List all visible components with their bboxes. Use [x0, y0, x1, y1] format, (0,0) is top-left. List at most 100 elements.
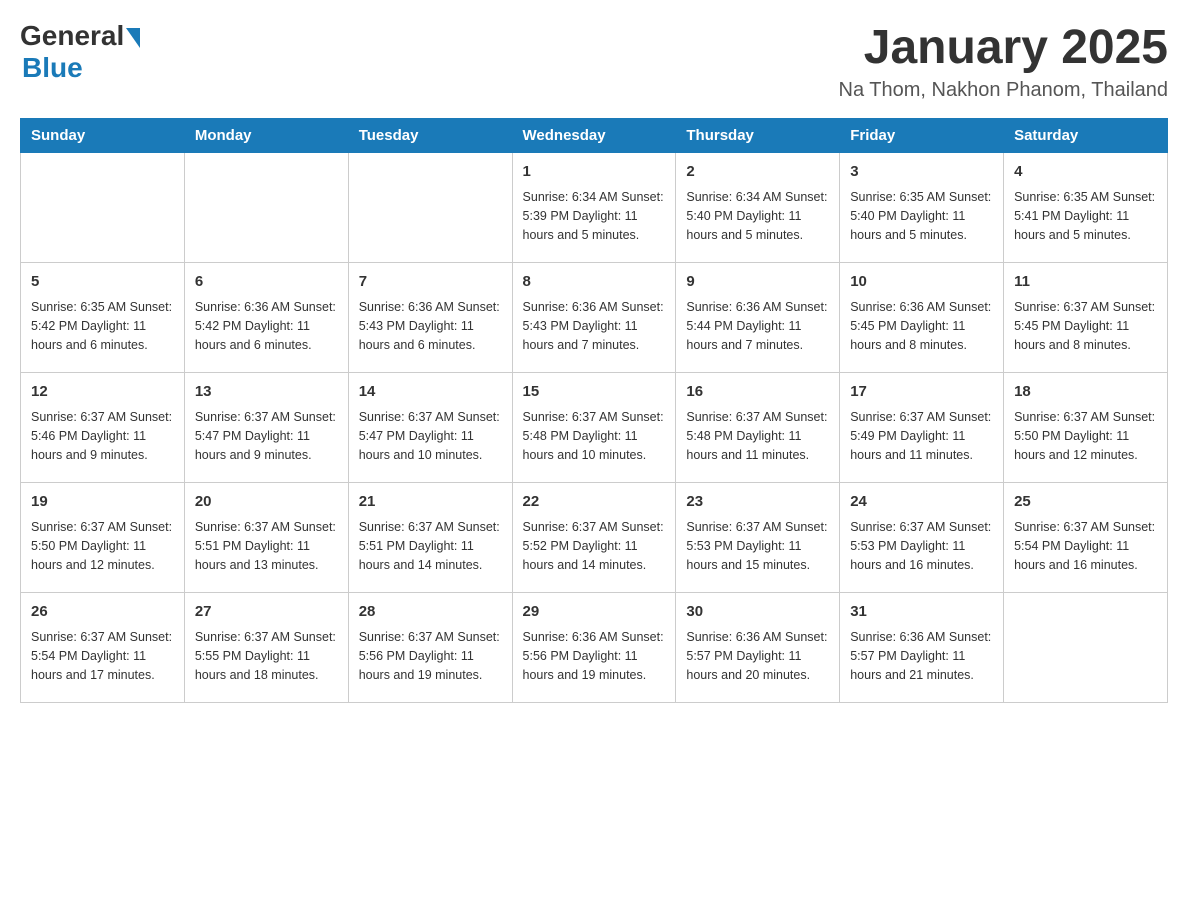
calendar-cell: 26 Sunrise: 6:37 AM Sunset: 5:54 PM Dayli…: [21, 593, 185, 703]
day-info: Sunrise: 6:36 AM Sunset: 5:45 PM Dayligh…: [850, 298, 993, 356]
main-title: January 2025: [839, 20, 1168, 75]
weekday-header-wednesday: Wednesday: [512, 119, 676, 153]
calendar-cell: 31 Sunrise: 6:36 AM Sunset: 5:57 PM Dayli…: [840, 593, 1004, 703]
day-number: 7: [359, 271, 502, 294]
calendar-week-4: 19 Sunrise: 6:37 AM Sunset: 5:50 PM Dayli…: [21, 483, 1168, 593]
day-number: 27: [195, 601, 338, 624]
logo-arrow-icon: [126, 28, 140, 48]
calendar-cell: [21, 153, 185, 263]
day-number: 20: [195, 491, 338, 514]
subtitle: Na Thom, Nakhon Phanom, Thailand: [839, 79, 1168, 102]
weekday-header-sunday: Sunday: [21, 119, 185, 153]
calendar-cell: 22Sunrise: 6:37 AM Sunset: 5:52 PM Dayli…: [512, 483, 676, 593]
calendar-cell: 30 Sunrise: 6:36 AM Sunset: 5:57 PM Dayli…: [676, 593, 840, 703]
calendar-cell: 5Sunrise: 6:35 AM Sunset: 5:42 PM Daylig…: [21, 263, 185, 373]
day-info: Sunrise: 6:37 AM Sunset: 5:50 PM Dayligh…: [1014, 408, 1157, 466]
weekday-header-saturday: Saturday: [1004, 119, 1168, 153]
calendar-cell: 13 Sunrise: 6:37 AM Sunset: 5:47 PM Dayli…: [184, 373, 348, 483]
day-info: Sunrise: 6:36 AM Sunset: 5:57 PM Dayligh…: [850, 628, 993, 686]
day-info: Sunrise: 6:37 AM Sunset: 5:50 PM Dayligh…: [31, 518, 174, 576]
calendar-cell: 16 Sunrise: 6:37 AM Sunset: 5:48 PM Dayli…: [676, 373, 840, 483]
day-info: Sunrise: 6:37 AM Sunset: 5:47 PM Dayligh…: [359, 408, 502, 466]
calendar-cell: 12 Sunrise: 6:37 AM Sunset: 5:46 PM Dayli…: [21, 373, 185, 483]
calendar-cell: 1 Sunrise: 6:34 AM Sunset: 5:39 PM Daylig…: [512, 153, 676, 263]
calendar-week-1: 1 Sunrise: 6:34 AM Sunset: 5:39 PM Daylig…: [21, 153, 1168, 263]
calendar-cell: 14Sunrise: 6:37 AM Sunset: 5:47 PM Dayli…: [348, 373, 512, 483]
logo-blue-text: Blue: [22, 52, 83, 83]
weekday-header-row: SundayMondayTuesdayWednesdayThursdayFrid…: [21, 119, 1168, 153]
title-area: January 2025 Na Thom, Nakhon Phanom, Tha…: [839, 20, 1168, 102]
day-info: Sunrise: 6:37 AM Sunset: 5:56 PM Dayligh…: [359, 628, 502, 686]
calendar-week-2: 5Sunrise: 6:35 AM Sunset: 5:42 PM Daylig…: [21, 263, 1168, 373]
day-number: 1: [523, 161, 666, 184]
day-number: 4: [1014, 161, 1157, 184]
day-number: 24: [850, 491, 993, 514]
day-info: Sunrise: 6:37 AM Sunset: 5:48 PM Dayligh…: [523, 408, 666, 466]
day-number: 31: [850, 601, 993, 624]
day-number: 21: [359, 491, 502, 514]
day-number: 25: [1014, 491, 1157, 514]
calendar-cell: 2Sunrise: 6:34 AM Sunset: 5:40 PM Daylig…: [676, 153, 840, 263]
day-info: Sunrise: 6:34 AM Sunset: 5:39 PM Dayligh…: [523, 188, 666, 246]
day-info: Sunrise: 6:37 AM Sunset: 5:51 PM Dayligh…: [195, 518, 338, 576]
day-info: Sunrise: 6:37 AM Sunset: 5:52 PM Dayligh…: [523, 518, 666, 576]
day-info: Sunrise: 6:37 AM Sunset: 5:54 PM Dayligh…: [1014, 518, 1157, 576]
calendar-table: SundayMondayTuesdayWednesdayThursdayFrid…: [20, 118, 1168, 703]
weekday-header-thursday: Thursday: [676, 119, 840, 153]
calendar-cell: 15 Sunrise: 6:37 AM Sunset: 5:48 PM Dayli…: [512, 373, 676, 483]
day-number: 13: [195, 381, 338, 404]
day-info: Sunrise: 6:37 AM Sunset: 5:47 PM Dayligh…: [195, 408, 338, 466]
calendar-cell: 18 Sunrise: 6:37 AM Sunset: 5:50 PM Dayli…: [1004, 373, 1168, 483]
day-info: Sunrise: 6:35 AM Sunset: 5:42 PM Dayligh…: [31, 298, 174, 356]
day-info: Sunrise: 6:37 AM Sunset: 5:49 PM Dayligh…: [850, 408, 993, 466]
weekday-header-friday: Friday: [840, 119, 1004, 153]
logo-general-text: General: [20, 20, 124, 52]
calendar-cell: 23Sunrise: 6:37 AM Sunset: 5:53 PM Dayli…: [676, 483, 840, 593]
day-number: 30: [686, 601, 829, 624]
day-info: Sunrise: 6:37 AM Sunset: 5:46 PM Dayligh…: [31, 408, 174, 466]
calendar-cell: 19 Sunrise: 6:37 AM Sunset: 5:50 PM Dayli…: [21, 483, 185, 593]
day-info: Sunrise: 6:37 AM Sunset: 5:53 PM Dayligh…: [686, 518, 829, 576]
day-number: 6: [195, 271, 338, 294]
day-number: 26: [31, 601, 174, 624]
day-info: Sunrise: 6:37 AM Sunset: 5:45 PM Dayligh…: [1014, 298, 1157, 356]
calendar-week-5: 26 Sunrise: 6:37 AM Sunset: 5:54 PM Dayli…: [21, 593, 1168, 703]
day-number: 11: [1014, 271, 1157, 294]
calendar-cell: 4 Sunrise: 6:35 AM Sunset: 5:41 PM Daylig…: [1004, 153, 1168, 263]
calendar-cell: 20 Sunrise: 6:37 AM Sunset: 5:51 PM Dayli…: [184, 483, 348, 593]
day-info: Sunrise: 6:37 AM Sunset: 5:54 PM Dayligh…: [31, 628, 174, 686]
day-number: 18: [1014, 381, 1157, 404]
calendar-cell: 27 Sunrise: 6:37 AM Sunset: 5:55 PM Dayli…: [184, 593, 348, 703]
day-info: Sunrise: 6:35 AM Sunset: 5:40 PM Dayligh…: [850, 188, 993, 246]
day-number: 15: [523, 381, 666, 404]
day-number: 16: [686, 381, 829, 404]
day-info: Sunrise: 6:36 AM Sunset: 5:44 PM Dayligh…: [686, 298, 829, 356]
day-info: Sunrise: 6:37 AM Sunset: 5:55 PM Dayligh…: [195, 628, 338, 686]
day-info: Sunrise: 6:36 AM Sunset: 5:42 PM Dayligh…: [195, 298, 338, 356]
calendar-cell: 21Sunrise: 6:37 AM Sunset: 5:51 PM Dayli…: [348, 483, 512, 593]
calendar-cell: [1004, 593, 1168, 703]
calendar-week-3: 12 Sunrise: 6:37 AM Sunset: 5:46 PM Dayli…: [21, 373, 1168, 483]
calendar-cell: 9Sunrise: 6:36 AM Sunset: 5:44 PM Daylig…: [676, 263, 840, 373]
calendar-cell: 25 Sunrise: 6:37 AM Sunset: 5:54 PM Dayli…: [1004, 483, 1168, 593]
day-info: Sunrise: 6:36 AM Sunset: 5:57 PM Dayligh…: [686, 628, 829, 686]
calendar-cell: 6 Sunrise: 6:36 AM Sunset: 5:42 PM Daylig…: [184, 263, 348, 373]
page-header: General Blue January 2025 Na Thom, Nakho…: [20, 20, 1168, 102]
day-info: Sunrise: 6:35 AM Sunset: 5:41 PM Dayligh…: [1014, 188, 1157, 246]
calendar-cell: 3 Sunrise: 6:35 AM Sunset: 5:40 PM Daylig…: [840, 153, 1004, 263]
day-number: 29: [523, 601, 666, 624]
logo: General Blue: [20, 20, 140, 84]
calendar-cell: 28Sunrise: 6:37 AM Sunset: 5:56 PM Dayli…: [348, 593, 512, 703]
calendar-cell: 10Sunrise: 6:36 AM Sunset: 5:45 PM Dayli…: [840, 263, 1004, 373]
day-info: Sunrise: 6:36 AM Sunset: 5:43 PM Dayligh…: [523, 298, 666, 356]
day-number: 19: [31, 491, 174, 514]
day-number: 3: [850, 161, 993, 184]
day-number: 8: [523, 271, 666, 294]
calendar-cell: [184, 153, 348, 263]
calendar-cell: 17Sunrise: 6:37 AM Sunset: 5:49 PM Dayli…: [840, 373, 1004, 483]
calendar-cell: 11 Sunrise: 6:37 AM Sunset: 5:45 PM Dayli…: [1004, 263, 1168, 373]
day-info: Sunrise: 6:37 AM Sunset: 5:48 PM Dayligh…: [686, 408, 829, 466]
day-number: 12: [31, 381, 174, 404]
day-info: Sunrise: 6:36 AM Sunset: 5:56 PM Dayligh…: [523, 628, 666, 686]
day-number: 2: [686, 161, 829, 184]
